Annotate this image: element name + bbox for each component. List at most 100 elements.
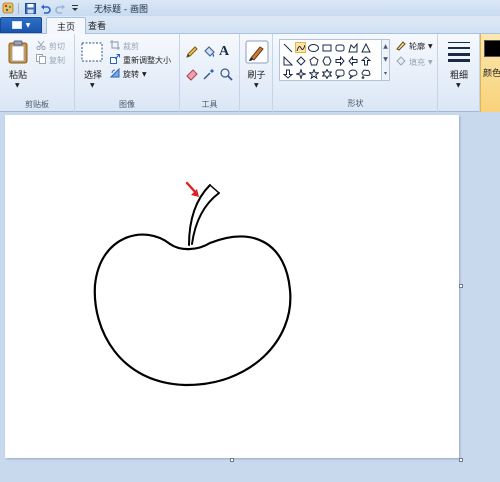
brushes-label: 刷子 [247, 71, 266, 81]
resize-button[interactable]: 重新调整大小 [110, 54, 171, 66]
brushes-button[interactable]: 刷子 ▼ [242, 38, 271, 96]
right-triangle-shape-icon[interactable] [282, 55, 293, 66]
outline-label: 轮廓 [409, 42, 425, 51]
resize-label: 重新调整大小 [123, 55, 171, 65]
copy-icon [36, 54, 46, 66]
diamond-shape-icon[interactable] [295, 55, 306, 66]
selection-rectangle-icon [81, 42, 103, 65]
oval-callout-shape-icon[interactable] [347, 68, 358, 79]
pentagon-shape-icon[interactable] [308, 55, 319, 66]
select-label: 选择 [83, 71, 102, 81]
four-point-star-shape-icon[interactable] [295, 68, 306, 79]
fill-button[interactable]: 填充 ▼ [395, 56, 433, 69]
five-point-star-shape-icon[interactable] [308, 68, 319, 79]
color1-swatch [484, 40, 500, 57]
rotate-icon [109, 67, 120, 80]
undo-icon[interactable] [39, 2, 51, 14]
tab-view-label: 查看 [88, 22, 107, 32]
left-arrow-shape-icon[interactable] [347, 55, 358, 66]
fill-label: 填充 [409, 58, 425, 67]
chevron-down-icon: ▼ [428, 43, 433, 50]
text-tool-icon[interactable]: A [219, 44, 229, 60]
paste-button[interactable]: 粘贴 ▼ [4, 38, 32, 96]
crop-icon [110, 40, 120, 52]
size-button[interactable]: 粗细 ▼ [443, 38, 475, 96]
shapes-gallery [279, 39, 382, 81]
chevron-down-icon: ▼ [428, 59, 433, 66]
fill-bucket-icon[interactable] [202, 45, 216, 62]
hexagon-shape-icon[interactable] [321, 55, 332, 66]
quick-access-separator [18, 2, 19, 14]
redo-icon[interactable] [54, 2, 66, 14]
select-button[interactable]: 选择 ▼ [79, 38, 107, 96]
customize-toolbar-icon[interactable] [69, 2, 81, 14]
line-thickness-icon [447, 40, 471, 65]
window-title: 无标题 - 画图 [94, 4, 148, 15]
chevron-down-icon: ▼ [142, 70, 147, 78]
polygon-shape-icon[interactable] [347, 42, 358, 53]
clipboard-group-label: 剪贴板 [25, 100, 49, 109]
red-pointer-arrow [185, 181, 199, 197]
chevron-down-icon: ▼ [456, 82, 461, 89]
save-icon[interactable] [24, 2, 36, 14]
clipboard-icon [8, 40, 28, 67]
cut-label: 剪切 [49, 41, 65, 51]
oval-shape-icon[interactable] [308, 42, 319, 53]
chevron-down-icon: ▼ [15, 82, 20, 89]
gallery-expand-icon[interactable]: ▾ [384, 70, 387, 77]
clipboard-group: 粘贴 ▼ 剪切 复制 剪贴板 [0, 34, 75, 112]
line-shape-icon[interactable] [282, 42, 293, 53]
cut-button[interactable]: 剪切 [36, 40, 65, 52]
scroll-up-icon[interactable]: ▲ [383, 43, 388, 50]
paint-app-icon[interactable] [2, 2, 14, 14]
tools-group: A 工具 [180, 34, 240, 112]
brush-icon [245, 40, 269, 67]
outline-icon [395, 40, 406, 53]
drawing-canvas[interactable] [5, 115, 459, 458]
pencil-icon[interactable] [185, 45, 199, 62]
copy-label: 复制 [49, 55, 65, 65]
chevron-down-icon: ▼ [254, 82, 259, 89]
rotate-button[interactable]: 旋转 ▼ [109, 67, 147, 80]
size-label: 粗细 [449, 71, 468, 81]
chevron-down-icon: ▼ [90, 82, 95, 89]
magnifier-icon[interactable] [219, 67, 233, 84]
paint-menu-button[interactable]: ▼ [0, 17, 42, 33]
scissors-icon [36, 40, 46, 52]
chevron-down-icon: ▼ [25, 21, 31, 29]
apple-drawing [93, 181, 292, 387]
resize-handle-right[interactable] [459, 284, 463, 288]
cloud-callout-shape-icon[interactable] [360, 68, 371, 79]
crop-button[interactable]: 裁剪 [110, 40, 139, 52]
outline-button[interactable]: 轮廓 ▼ [395, 40, 433, 53]
shapes-gallery-scroll[interactable]: ▲ ▼ ▾ [382, 39, 390, 81]
scroll-down-icon[interactable]: ▼ [383, 56, 388, 63]
triangle-shape-icon[interactable] [360, 42, 371, 53]
right-arrow-shape-icon[interactable] [334, 55, 345, 66]
eraser-icon[interactable] [185, 67, 199, 84]
rectangle-shape-icon[interactable] [321, 42, 332, 53]
up-arrow-shape-icon[interactable] [360, 55, 371, 66]
resize-handle-bottom[interactable] [230, 458, 234, 462]
resize-handle-corner[interactable] [459, 458, 463, 462]
title-bar: 无标题 - 画图 [0, 0, 500, 16]
image-group: 选择 ▼ 裁剪 重新调整大小 旋转 ▼ 图像 [75, 34, 180, 112]
down-arrow-shape-icon[interactable] [282, 68, 293, 79]
resize-icon [110, 54, 120, 66]
document-icon [11, 21, 22, 29]
rounded-rectangle-shape-icon[interactable] [334, 42, 345, 53]
color1-button[interactable]: 颜色 [480, 34, 500, 112]
rounded-callout-shape-icon[interactable] [334, 68, 345, 79]
ribbon: 粘贴 ▼ 剪切 复制 剪贴板 选择 ▼ 裁剪 重新调整大小 旋转 ▼ 图像 A … [0, 34, 500, 112]
color-picker-icon[interactable] [202, 67, 216, 84]
workspace [0, 112, 500, 482]
tab-home-label: 主页 [57, 23, 76, 33]
tab-view[interactable]: 查看 [78, 17, 116, 34]
six-point-star-shape-icon[interactable] [321, 68, 332, 79]
rotate-label: 旋转 [123, 69, 139, 79]
copy-button[interactable]: 复制 [36, 54, 65, 66]
crop-label: 裁剪 [123, 41, 139, 51]
color1-label: 颜色 [482, 69, 500, 79]
image-group-label: 图像 [119, 100, 135, 109]
curve-shape-icon[interactable] [295, 42, 306, 53]
